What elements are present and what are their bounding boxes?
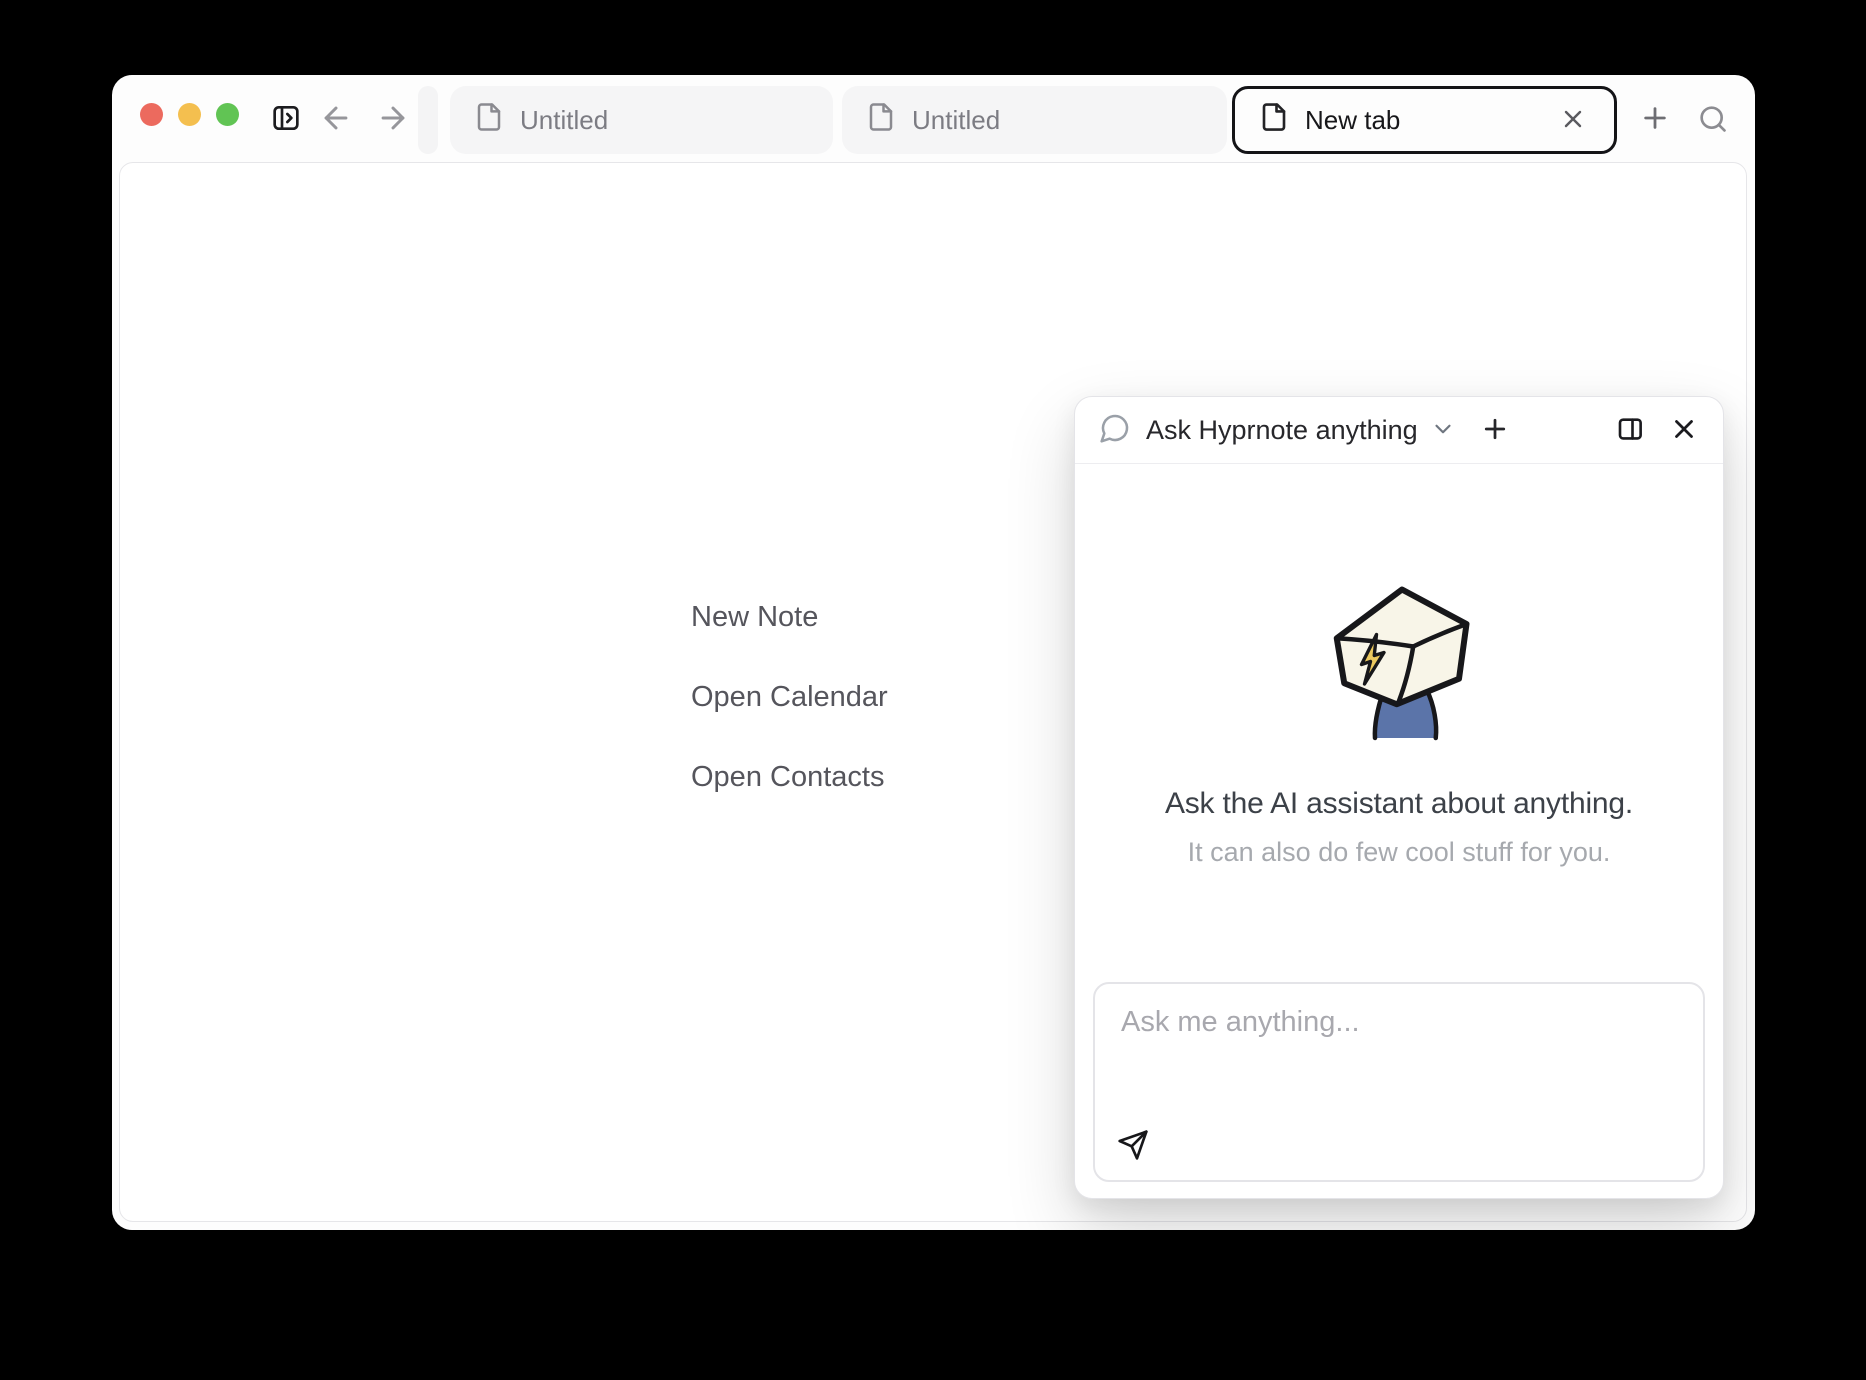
plus-icon bbox=[1480, 414, 1510, 447]
back-button[interactable] bbox=[314, 96, 358, 140]
toggle-sidebar-button[interactable] bbox=[264, 96, 308, 140]
tab-new-tab-active[interactable]: New tab bbox=[1232, 86, 1617, 154]
new-chat-button[interactable] bbox=[1480, 414, 1510, 447]
chat-bubble-icon bbox=[1099, 412, 1131, 449]
file-icon bbox=[474, 102, 504, 139]
tab-label: Untitled bbox=[520, 105, 608, 136]
search-tabs-button[interactable] bbox=[1691, 97, 1735, 141]
assistant-panel-title[interactable]: Ask Hyprnote anything bbox=[1146, 415, 1418, 446]
tab-bar: Untitled Untitled New tab bbox=[112, 75, 1755, 162]
app-window: Untitled Untitled New tab bbox=[112, 75, 1755, 1230]
tab-strip-divider bbox=[418, 86, 438, 154]
zoom-window-button[interactable] bbox=[216, 103, 239, 126]
plus-icon bbox=[1639, 102, 1671, 134]
assistant-empty-state: Ask the AI assistant about anything. It … bbox=[1075, 464, 1723, 982]
file-icon bbox=[1259, 102, 1289, 139]
new-note-link[interactable]: New Note bbox=[691, 600, 888, 634]
dock-to-side-button[interactable] bbox=[1615, 414, 1645, 447]
close-tab-button[interactable] bbox=[1556, 103, 1590, 137]
tab-label: Untitled bbox=[912, 105, 1000, 136]
tab-label: New tab bbox=[1305, 105, 1400, 136]
tab-untitled-2[interactable]: Untitled bbox=[842, 86, 1227, 154]
send-icon bbox=[1117, 1129, 1149, 1164]
forward-button[interactable] bbox=[371, 96, 415, 140]
close-panel-button[interactable] bbox=[1669, 414, 1699, 447]
minimize-window-button[interactable] bbox=[178, 103, 201, 126]
chevron-down-icon bbox=[1430, 416, 1456, 445]
assistant-input[interactable] bbox=[1095, 984, 1703, 1180]
file-icon bbox=[866, 102, 896, 139]
assistant-composer bbox=[1093, 982, 1705, 1182]
quick-links: New Note Open Calendar Open Contacts bbox=[691, 600, 888, 794]
open-calendar-link[interactable]: Open Calendar bbox=[691, 680, 888, 714]
search-icon bbox=[1697, 103, 1729, 135]
new-tab-button[interactable] bbox=[1633, 96, 1677, 140]
close-icon bbox=[1669, 414, 1699, 447]
open-contacts-link[interactable]: Open Contacts bbox=[691, 760, 888, 794]
close-icon bbox=[1559, 105, 1587, 136]
assistant-panel-header: Ask Hyprnote anything bbox=[1075, 397, 1723, 464]
empty-state-subheading: It can also do few cool stuff for you. bbox=[1188, 837, 1611, 868]
ai-assistant-panel: Ask Hyprnote anything bbox=[1074, 396, 1724, 1199]
main-content: New Note Open Calendar Open Contacts Ask… bbox=[119, 162, 1747, 1222]
traffic-lights bbox=[140, 103, 239, 126]
split-view-icon bbox=[1615, 414, 1645, 447]
send-message-button[interactable] bbox=[1113, 1126, 1153, 1166]
tab-untitled-1[interactable]: Untitled bbox=[450, 86, 833, 154]
conversation-dropdown-button[interactable] bbox=[1430, 416, 1456, 445]
arrow-right-icon bbox=[376, 101, 410, 135]
hyprnote-mascot-illustration bbox=[1324, 579, 1474, 749]
panel-left-open-icon bbox=[270, 102, 302, 134]
close-window-button[interactable] bbox=[140, 103, 163, 126]
arrow-left-icon bbox=[319, 101, 353, 135]
empty-state-heading: Ask the AI assistant about anything. bbox=[1165, 787, 1633, 821]
